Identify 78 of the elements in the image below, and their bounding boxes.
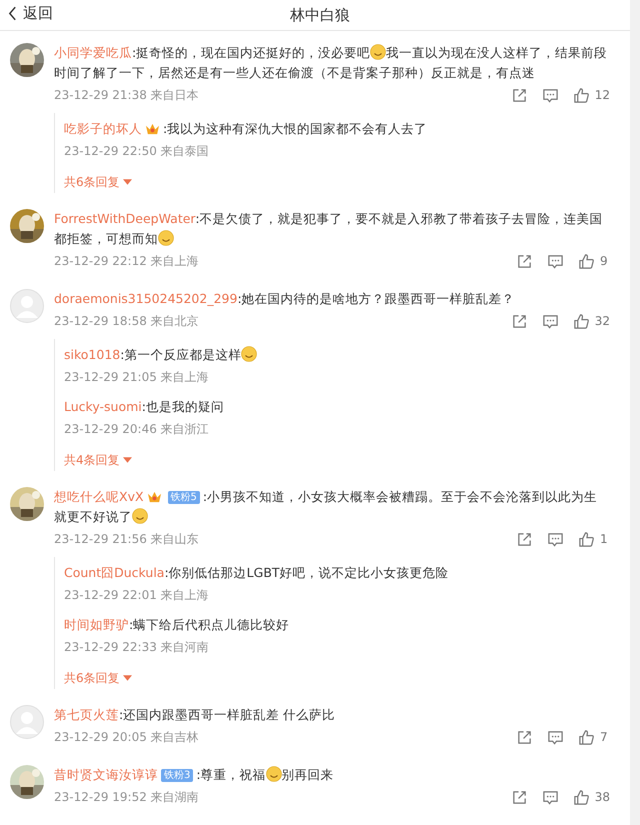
caret-icon — [122, 179, 132, 185]
more-replies-link[interactable]: 共4条回复 — [64, 449, 132, 471]
thumbs-up-icon[interactable] — [578, 252, 595, 270]
comment-time: 23-12-29 21:56 来自山东 — [54, 530, 199, 548]
like-count: 32 — [594, 314, 610, 328]
thumbs-up-icon[interactable] — [572, 86, 590, 104]
reply-text: 时间如野驴:螨下给后代积点儿德比较好 — [64, 616, 290, 634]
thumbs-up-icon[interactable] — [578, 728, 595, 746]
like-count: 12 — [594, 88, 610, 102]
username-link[interactable]: 小同学爱吃瓜 — [54, 45, 132, 60]
like-count: 7 — [600, 730, 608, 744]
comment-text: 小同学爱吃瓜:挺奇怪的，现在国内还挺好的，没必要吧 我一直以为现在没人这样了，结果前段时间了解了一下，居然还是有一些人还在偷渡（不是背案子那种）反正就是，有点迷 — [54, 43, 608, 82]
comment-text: 想吃什么呢XvX 铁粉5 :小男孩不知道，小女孩大概率会被糟蹋。至于会不会沦落到以此为生就更不好说了 — [54, 488, 598, 526]
share-icon[interactable] — [510, 86, 528, 104]
username-link[interactable]: 时间如野驴 — [64, 617, 129, 632]
username-link[interactable]: Count囧Duckula — [64, 565, 164, 580]
comment-icon[interactable] — [547, 530, 564, 548]
caret-icon — [122, 675, 132, 681]
thumbs-up-icon[interactable] — [578, 530, 595, 548]
default-avatar-icon — [10, 289, 44, 323]
reply-time: 23-12-29 21:05 来自上海 — [64, 369, 210, 386]
comment-time: 23-12-29 18:58 来自北京 — [54, 312, 199, 330]
comment-text: 昔时贤文诲汝谆谆 铁粉3 :尊重，祝福 别再回来 — [54, 765, 335, 784]
username-link[interactable]: ForrestWithDeepWater — [54, 211, 196, 226]
comment-time: 23-12-29 21:38 来自日本 — [54, 86, 199, 104]
thumbs-up-icon[interactable] — [572, 312, 590, 330]
username-link[interactable]: 第七页火莲 — [54, 707, 119, 722]
more-replies-link[interactable]: 共6条回复 — [64, 171, 132, 193]
reply-time: 23-12-29 22:33 来自河南 — [64, 639, 210, 656]
back-link[interactable]: 返回 — [8, 4, 53, 23]
comment-time: 23-12-29 22:12 来自上海 — [54, 252, 199, 270]
reply-time: 23-12-29 20:46 来自浙江 — [64, 421, 210, 438]
emoji-icon — [370, 44, 386, 60]
scrollbar[interactable] — [630, 0, 640, 825]
username-link[interactable]: 昔时贤文诲汝谆谆 — [54, 767, 158, 782]
username-link[interactable]: 吃影子的坏人 — [64, 121, 142, 136]
comment-icon[interactable] — [547, 728, 564, 746]
username-link[interactable]: doraemonis3150245202_299 — [54, 291, 238, 306]
comment-time: 23-12-29 20:05 来自吉林 — [54, 728, 199, 746]
comment-time: 23-12-29 19:52 来自湖南 — [54, 788, 199, 806]
emoji-icon — [132, 508, 148, 524]
comment-icon[interactable] — [542, 312, 559, 330]
share-icon[interactable] — [516, 530, 533, 548]
fan-badge: 铁粉3 — [161, 769, 194, 782]
comment-text: ForrestWithDeepWater:不是欠债了，就是犯事了，要不就是入邪教了带着孩子去冒险，连美国都拒签，可想而知 — [54, 210, 604, 248]
default-avatar-icon — [10, 705, 44, 739]
like-count: 9 — [600, 254, 608, 268]
emoji-icon — [266, 766, 282, 782]
comment-icon[interactable] — [542, 788, 559, 806]
reply-text: 吃影子的坏人 :我以为这种有深仇大恨的国家都不会有人去了 — [64, 120, 428, 138]
username-link[interactable]: Lucky-suomi — [64, 399, 142, 414]
emoji-icon — [158, 230, 174, 246]
comment-text: 第七页火莲:还国内跟墨西哥一样脏乱差 什么萨比 — [54, 706, 336, 724]
reply-text: Lucky-suomi:也是我的疑问 — [64, 398, 225, 416]
back-label[interactable]: 返回 — [23, 4, 53, 23]
reply-time: 23-12-29 22:50 来自泰国 — [64, 143, 210, 160]
emoji-icon — [241, 346, 258, 362]
share-icon[interactable] — [510, 312, 528, 330]
more-replies-link[interactable]: 共6条回复 — [64, 667, 132, 689]
like-count: 1 — [600, 532, 608, 546]
like-count: 38 — [594, 790, 610, 804]
username-link[interactable]: 想吃什么呢XvX — [54, 489, 144, 504]
username-link[interactable]: siko1018 — [64, 347, 120, 362]
crown-icon — [145, 122, 160, 135]
share-icon[interactable] — [510, 788, 528, 806]
comment-icon[interactable] — [547, 252, 564, 270]
reply-text: siko1018:第一个反应都是这样 — [64, 345, 610, 365]
comment-icon[interactable] — [542, 86, 559, 104]
page-title: 林中白狼 — [290, 6, 350, 24]
fan-badge: 铁粉5 — [168, 491, 200, 504]
crown-icon — [146, 490, 162, 503]
share-icon[interactable] — [516, 728, 533, 746]
share-icon[interactable] — [516, 252, 533, 270]
comment-text: doraemonis3150245202_299:她在国内待的是啥地方？跟墨西哥一样脏乱差？ — [54, 290, 516, 308]
caret-icon — [122, 457, 132, 463]
reply-time: 23-12-29 22:01 来自上海 — [64, 587, 210, 604]
reply-text: Count囧Duckula:你别低估那边LGBT好吧，说不定比小女孩更危险 — [64, 564, 450, 582]
thumbs-up-icon[interactable] — [572, 788, 590, 806]
